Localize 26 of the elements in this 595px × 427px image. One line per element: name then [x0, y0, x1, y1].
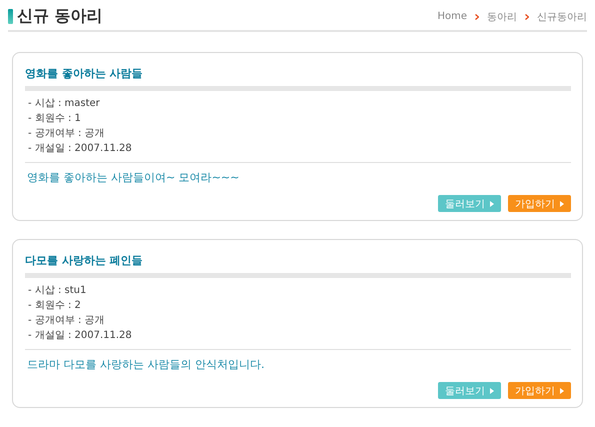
- club-detail: - 시삽 : master: [28, 97, 101, 111]
- club-detail: - 공개여부 : 공개: [28, 127, 106, 141]
- club-detail: - 회원수 : 2: [28, 299, 82, 313]
- browse-button[interactable]: 둘러보기: [438, 195, 501, 212]
- triangle-icon: [560, 200, 564, 206]
- breadcrumb-link[interactable]: 신규동아리: [537, 10, 587, 24]
- browse-button[interactable]: 둘러보기: [438, 382, 501, 399]
- breadcrumb-link[interactable]: Home: [437, 11, 467, 22]
- club-detail: - 시삽 : stu1: [28, 284, 88, 298]
- chevron-icon: [525, 14, 529, 20]
- join-button[interactable]: 가입하기: [508, 382, 571, 399]
- join-button[interactable]: 가입하기: [508, 195, 571, 212]
- triangle-icon: [490, 200, 494, 206]
- club-description: 드라마 다모를 사랑하는 사람들의 안식처입니다.: [26, 357, 266, 373]
- club-detail: - 개설일 : 2007.11.28: [28, 142, 133, 156]
- club-description: 영화를 좋아하는 사람들이여~ 모여라~~~: [26, 170, 240, 186]
- triangle-icon: [490, 388, 494, 394]
- club-detail: - 개설일 : 2007.11.28: [28, 329, 133, 343]
- club-name: 다모를 사랑하는 폐인들: [25, 253, 144, 269]
- club-name: 영화를 좋아하는 사람들: [25, 66, 144, 82]
- club-detail: - 회원수 : 1: [28, 112, 82, 126]
- breadcrumb-link[interactable]: 동아리: [487, 10, 517, 24]
- club-detail: - 공개여부 : 공개: [28, 314, 106, 328]
- chevron-icon: [475, 14, 479, 20]
- triangle-icon: [560, 388, 564, 394]
- page-title: 신규 동아리: [17, 6, 103, 27]
